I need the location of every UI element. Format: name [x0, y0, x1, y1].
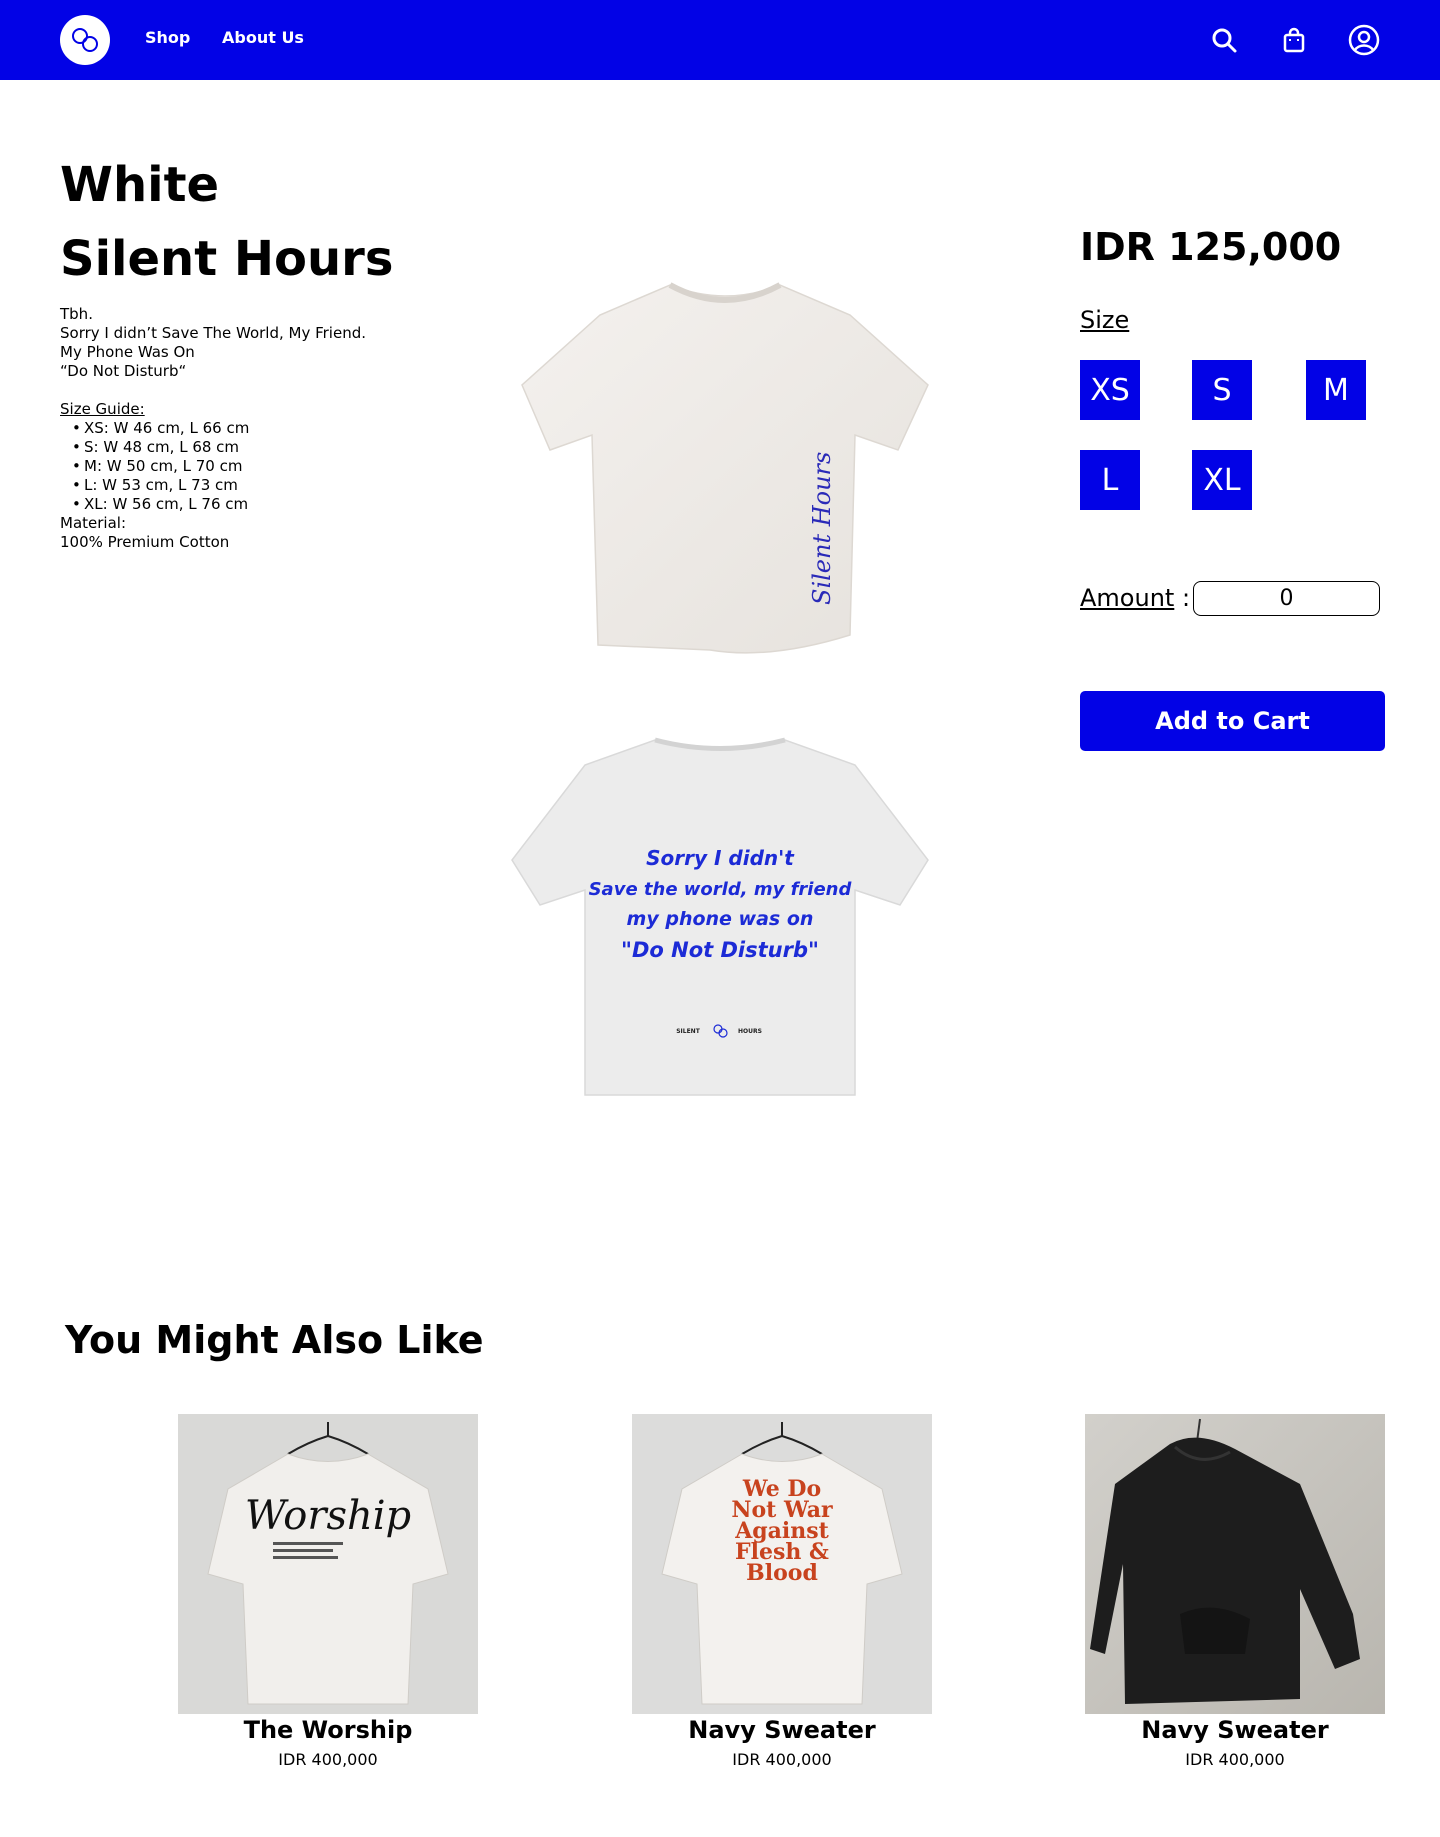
- product-price: IDR 125,000: [1080, 225, 1342, 269]
- recommendation-price: IDR 400,000: [1185, 1750, 1285, 1769]
- material-value: 100% Premium Cotton: [60, 533, 230, 551]
- size-option-s[interactable]: S: [1192, 360, 1252, 420]
- size-option-l[interactable]: L: [1080, 450, 1140, 510]
- product-title: White Silent Hours: [60, 148, 393, 296]
- size-option-xs[interactable]: XS: [1080, 360, 1140, 420]
- tag-left-text: SILENT: [676, 1028, 700, 1035]
- amount-input[interactable]: [1193, 581, 1380, 616]
- size-guide-list: XS: W 46 cm, L 66 cm S: W 48 cm, L 68 cm…: [60, 419, 440, 514]
- recommendation-name[interactable]: Navy Sweater: [1085, 1716, 1385, 1744]
- size-option-xl[interactable]: XL: [1192, 450, 1252, 510]
- back-print-line: my phone was on: [627, 908, 814, 930]
- size-option-m[interactable]: M: [1306, 360, 1366, 420]
- product-description: Tbh. Sorry I didn’t Save The World, My F…: [60, 305, 440, 552]
- material-label: Material:: [60, 514, 126, 532]
- amount-label-text: Amount: [1080, 584, 1175, 612]
- recommendation-card[interactable]: Worship The Worship IDR 400,000: [178, 1414, 478, 1769]
- description-line: “Do Not Disturb“: [60, 362, 187, 380]
- brand-logo-icon: [72, 28, 98, 52]
- back-print-line: Sorry I didn't: [646, 846, 795, 870]
- description-line: Sorry I didn’t Save The World, My Friend…: [60, 324, 366, 342]
- recommendations-heading: You Might Also Like: [65, 1318, 484, 1362]
- size-guide-item: XL: W 56 cm, L 76 cm: [72, 495, 440, 514]
- size-guide-title: Size Guide:: [60, 400, 145, 418]
- recommendation-card[interactable]: We Do Not War Against Flesh & Blood Navy…: [632, 1414, 932, 1769]
- recommendation-image: We Do Not War Against Flesh & Blood: [632, 1414, 932, 1714]
- description-line: My Phone Was On: [60, 343, 195, 361]
- print-text: Worship: [245, 1493, 411, 1539]
- recommendation-price: IDR 400,000: [732, 1750, 832, 1769]
- shopping-bag-icon[interactable]: [1278, 24, 1310, 56]
- product-title-line2: Silent Hours: [60, 231, 394, 287]
- back-print-line: "Do Not Disturb": [621, 938, 819, 962]
- recommendation-card[interactable]: Navy Sweater IDR 400,000: [1085, 1414, 1385, 1769]
- nav-shop-link[interactable]: Shop: [145, 28, 190, 47]
- size-guide-item: L: W 53 cm, L 73 cm: [72, 476, 440, 495]
- description-line: Tbh.: [60, 305, 93, 323]
- recommendation-name[interactable]: Navy Sweater: [632, 1716, 932, 1744]
- amount-separator: :: [1174, 584, 1191, 612]
- add-to-cart-button[interactable]: Add to Cart: [1080, 691, 1385, 751]
- user-account-icon[interactable]: [1348, 24, 1380, 56]
- product-title-line1: White: [60, 157, 220, 213]
- recommendation-name[interactable]: The Worship: [178, 1716, 478, 1744]
- size-guide-item: XS: W 46 cm, L 66 cm: [72, 419, 440, 438]
- print-text: We Do Not War Against Flesh & Blood: [731, 1479, 833, 1586]
- brand-logo[interactable]: [60, 15, 110, 65]
- recommendation-price: IDR 400,000: [278, 1750, 378, 1769]
- size-guide-item: S: W 48 cm, L 68 cm: [72, 438, 440, 457]
- product-image-front: Silent Hours: [521, 282, 929, 654]
- back-print-line: Save the world, my friend: [589, 879, 853, 900]
- side-print-text: Silent Hours: [808, 452, 836, 605]
- tag-right-text: HOURS: [738, 1028, 762, 1035]
- nav-about-link[interactable]: About Us: [222, 28, 304, 47]
- recommendation-image: [1085, 1414, 1385, 1714]
- amount-label: Amount :: [1080, 584, 1190, 612]
- size-guide-item: M: W 50 cm, L 70 cm: [72, 457, 440, 476]
- size-label: Size: [1080, 306, 1130, 334]
- top-nav: Shop About Us: [0, 0, 1440, 80]
- product-image-back: Sorry I didn't Save the world, my friend…: [511, 737, 929, 1096]
- recommendation-image: Worship: [178, 1414, 478, 1714]
- search-icon[interactable]: [1208, 24, 1240, 56]
